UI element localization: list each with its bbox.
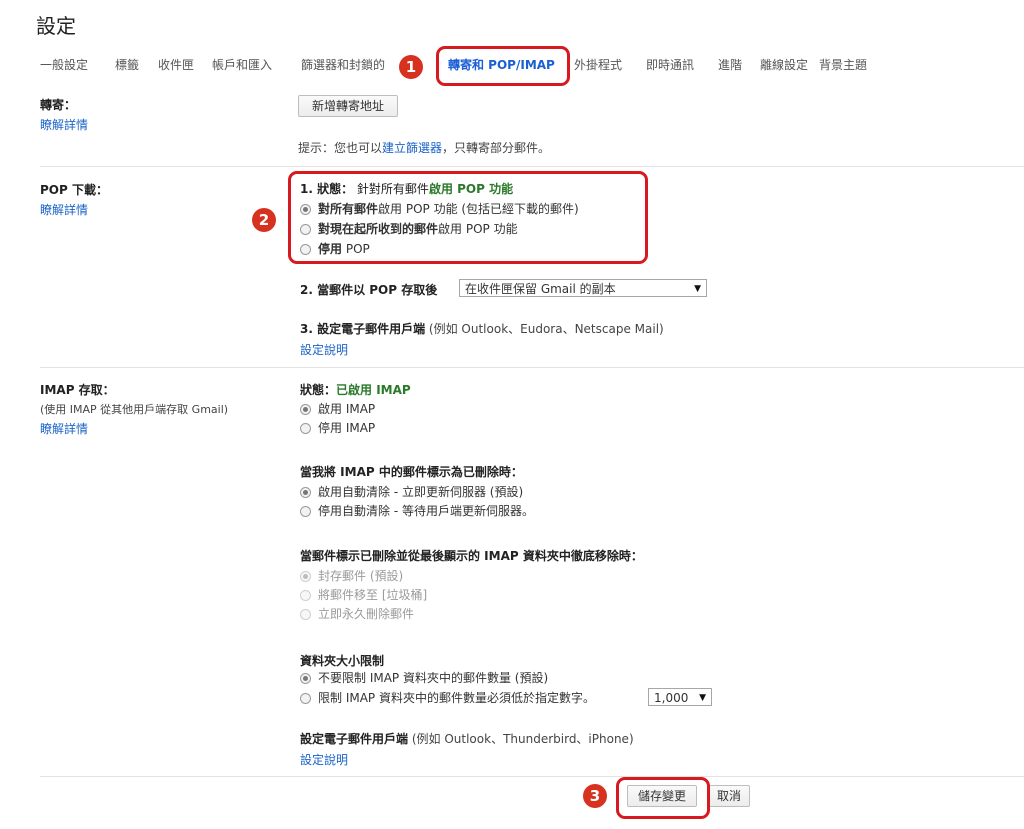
folder-size-heading: 資料夾大小限制 <box>300 654 385 668</box>
tab-general[interactable]: 一般設定 <box>40 56 88 73</box>
annotation-badge-3: 3 <box>583 784 607 808</box>
tab-themes[interactable]: 背景主題 <box>819 56 867 73</box>
pop-learn-more-link[interactable]: 瞭解詳情 <box>40 201 88 218</box>
tip-suffix: ，只轉寄部分郵件。 <box>442 141 551 155</box>
archive-message-radio[interactable] <box>300 571 311 582</box>
add-forwarding-address-button[interactable]: 新增轉寄地址 <box>298 95 398 117</box>
annotation-box-pop-status <box>288 171 648 264</box>
cancel-button[interactable]: 取消 <box>708 785 750 807</box>
section-divider <box>40 776 1024 777</box>
forwarding-tip: 提示：您也可以建立篩選器，只轉寄部分郵件。 <box>298 139 550 156</box>
delete-forever-label: 立即永久刪除郵件 <box>318 607 415 621</box>
auto-expunge-off-radio[interactable] <box>300 506 311 517</box>
annotation-badge-2: 2 <box>252 208 276 232</box>
tab-labels[interactable]: 標籤 <box>115 56 139 73</box>
annotation-box-tab <box>436 46 570 86</box>
folder-limit-select[interactable]: 1,000 ▼ <box>648 688 712 706</box>
chevron-down-icon: ▼ <box>699 693 706 703</box>
tab-advanced[interactable]: 進階 <box>718 56 742 73</box>
imap-disable-radio[interactable] <box>300 423 311 434</box>
tip-prefix: 提示：您也可以 <box>298 141 383 155</box>
archive-message-label: 封存郵件 (預設) <box>318 569 404 583</box>
imap-setup-instructions-link[interactable]: 設定說明 <box>300 751 348 768</box>
imap-label: IMAP 存取： <box>40 383 115 397</box>
pop-step3-line: 3. 設定電子郵件用戶端 (例如 Outlook、Eudora、Netscape… <box>300 320 664 337</box>
imap-client-line: 設定電子郵件用戶端 (例如 Outlook、Thunderbird、iPhone… <box>300 730 634 747</box>
imap-disable-label: 停用 IMAP <box>318 421 376 435</box>
tab-accounts[interactable]: 帳戶和匯入 <box>212 56 272 73</box>
tab-offline[interactable]: 離線設定 <box>760 56 808 73</box>
forwarding-label: 轉寄： <box>40 98 77 112</box>
pop-setup-instructions-link[interactable]: 設定說明 <box>300 341 348 358</box>
imap-expunge-heading: 當郵件標示已刪除並從最後顯示的 IMAP 資料夾中徹底移除時： <box>300 549 643 563</box>
pop-step3-desc: (例如 Outlook、Eudora、Netscape Mail) <box>428 322 664 336</box>
annotation-box-save <box>616 777 710 819</box>
folder-limit-label: 限制 IMAP 資料夾中的郵件數量必須低於指定數字。 <box>318 691 595 705</box>
pop-step2-label: 2. 當郵件以 POP 存取後 <box>300 283 438 297</box>
folder-limit-value: 1,000 <box>654 691 689 705</box>
imap-client-label: 設定電子郵件用戶端 <box>300 732 409 746</box>
folder-no-limit-label: 不要限制 IMAP 資料夾中的郵件數量 (預設) <box>318 671 549 685</box>
annotation-badge-1: 1 <box>399 55 423 79</box>
move-to-trash-radio[interactable] <box>300 590 311 601</box>
imap-status-line: 狀態：已啟用 IMAP <box>300 381 411 398</box>
forwarding-learn-more-link[interactable]: 瞭解詳情 <box>40 116 88 133</box>
delete-forever-radio[interactable] <box>300 609 311 620</box>
pop-after-access-select[interactable]: 在收件匣保留 Gmail 的副本 ▼ <box>459 279 707 297</box>
imap-status-value: 已啟用 IMAP <box>336 383 411 397</box>
folder-limit-radio[interactable] <box>300 693 311 704</box>
page-title: 設定 <box>36 14 76 38</box>
imap-sublabel: (使用 IMAP 從其他用戶端存取 Gmail) <box>40 403 229 416</box>
auto-expunge-on-radio[interactable] <box>300 487 311 498</box>
auto-expunge-off-label: 停用自動清除 - 等待用戶端更新伺服器。 <box>318 504 534 518</box>
tab-addons[interactable]: 外掛程式 <box>574 56 622 73</box>
section-divider <box>40 166 1024 167</box>
imap-learn-more-link[interactable]: 瞭解詳情 <box>40 420 88 437</box>
create-filter-link[interactable]: 建立篩選器 <box>382 141 442 155</box>
imap-client-desc: (例如 Outlook、Thunderbird、iPhone) <box>411 732 634 746</box>
imap-enable-radio[interactable] <box>300 404 311 415</box>
tab-inbox[interactable]: 收件匣 <box>158 56 194 73</box>
pop-after-access-value: 在收件匣保留 Gmail 的副本 <box>465 282 616 296</box>
imap-enable-label: 啟用 IMAP <box>318 402 376 416</box>
imap-status-prefix: 狀態： <box>300 383 337 397</box>
pop-label: POP 下載： <box>40 183 108 197</box>
tab-filters[interactable]: 篩選器和封鎖的 <box>301 56 385 73</box>
chevron-down-icon: ▼ <box>694 284 701 294</box>
folder-no-limit-radio[interactable] <box>300 673 311 684</box>
imap-delete-heading: 當我將 IMAP 中的郵件標示為已刪除時： <box>300 465 523 479</box>
auto-expunge-on-label: 啟用自動清除 - 立即更新伺服器 (預設) <box>318 485 524 499</box>
move-to-trash-label: 將郵件移至 [垃圾桶] <box>318 588 428 602</box>
tab-chat[interactable]: 即時通訊 <box>646 56 694 73</box>
pop-step3-label: 3. 設定電子郵件用戶端 <box>300 322 426 336</box>
section-divider <box>40 367 1024 368</box>
